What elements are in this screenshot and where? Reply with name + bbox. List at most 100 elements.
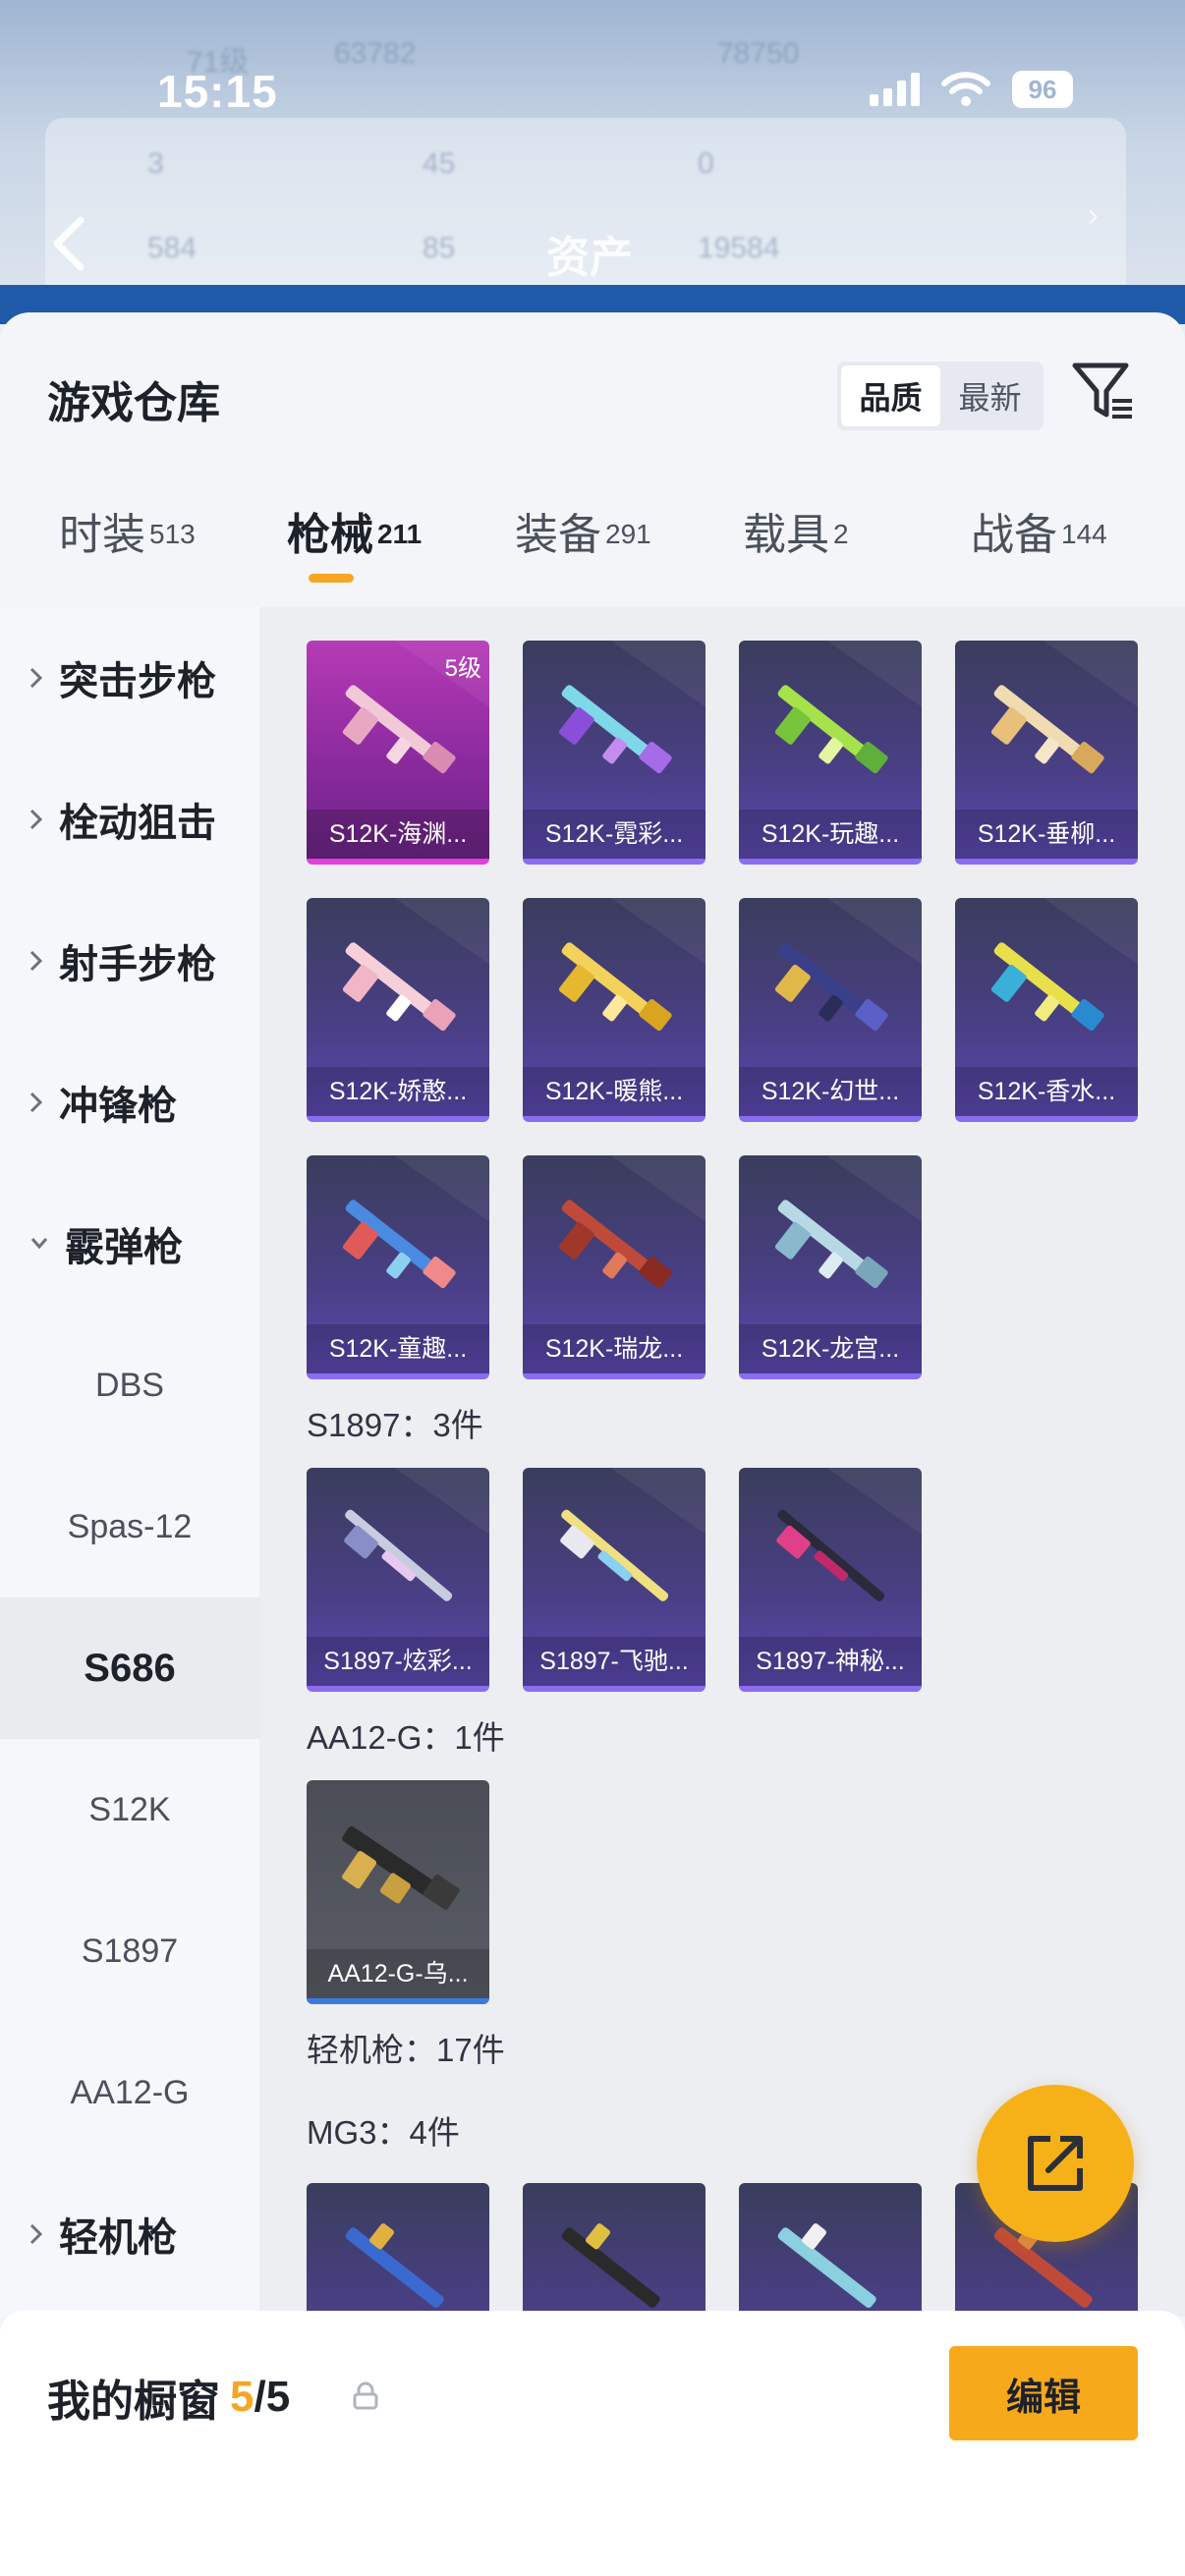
tab-active-indicator <box>309 574 354 583</box>
chevron-right-icon <box>29 809 43 830</box>
shotgun-icon <box>342 942 456 1032</box>
background-stat-e: 85 <box>423 232 456 264</box>
shotgun-icon <box>774 1200 888 1289</box>
weapon-name: S1897-神秘... <box>739 1637 922 1686</box>
weapon-card[interactable]: S12K-玩趣... <box>739 641 922 865</box>
weapon-name: S12K-玩趣... <box>739 810 922 859</box>
showcase-label: 我的橱窗 5 / 5 <box>47 2366 290 2429</box>
showcase-title: 我的橱窗 <box>47 2378 220 2426</box>
shotgun-icon <box>342 1825 460 1910</box>
section-header-mg3: MG3：4件 <box>307 2114 460 2151</box>
weapon-card[interactable]: S12K-龙宫... <box>739 1155 922 1379</box>
shotgun-icon <box>990 942 1104 1032</box>
weapon-name: S12K-垂柳... <box>955 810 1138 859</box>
weapon-card[interactable]: S12K-幻世... <box>739 898 922 1122</box>
filter-icon[interactable] <box>1071 360 1136 424</box>
tab-equipment[interactable]: 装备 291 <box>515 499 651 607</box>
tab-vehicles[interactable]: 载具 2 <box>743 499 849 607</box>
nav-s12k[interactable]: S12K <box>0 1739 259 1880</box>
shotgun-icon <box>990 685 1104 774</box>
weapon-grid: 5级 S12K-海渊... S12K-霓彩... S12K-玩趣... S12K… <box>259 607 1185 2317</box>
showcase-total-count: 5 <box>265 2373 291 2421</box>
tab-fashion[interactable]: 时装 513 <box>59 499 196 607</box>
lmg-icon <box>777 2223 876 2308</box>
weapon-card[interactable]: S12K-香水... <box>955 898 1138 1122</box>
nav-label: 冲锋枪 <box>59 1085 177 1128</box>
sort-quality-button[interactable]: 品质 <box>841 365 940 426</box>
section-header-s1897: S1897：3件 <box>307 1407 483 1443</box>
weapon-card[interactable]: S12K-暖熊... <box>523 898 705 1122</box>
sort-newest-button[interactable]: 最新 <box>940 365 1040 426</box>
shotgun-icon <box>558 942 672 1032</box>
weapon-card[interactable]: S1897-炫彩... <box>307 1468 489 1692</box>
tab-label: 装备 <box>515 511 601 559</box>
background-stat-f: 19584 <box>698 232 780 264</box>
weapon-name: S12K-瑞龙... <box>523 1324 705 1373</box>
weapon-card[interactable] <box>523 2183 705 2317</box>
background-stat-a: 3 <box>147 147 164 180</box>
nav-s686[interactable]: S686 <box>0 1597 259 1739</box>
app-screen: 71级 63782 78750 3 45 0 584 85 19584 资产 ›… <box>0 0 1185 2576</box>
weapon-card[interactable]: S12K-瑞龙... <box>523 1155 705 1379</box>
nav-label: Spas-12 <box>67 1507 193 1545</box>
share-button[interactable] <box>977 2085 1134 2242</box>
nav-shotgun[interactable]: 霰弹枪 <box>0 1173 259 1315</box>
tab-count: 211 <box>377 518 423 549</box>
nav-label: S12K <box>88 1790 171 1828</box>
shotgun-icon <box>774 685 888 774</box>
nav-label: 射手步枪 <box>59 943 216 986</box>
back-chevron-icon[interactable] <box>49 214 88 273</box>
shotgun-icon <box>558 1200 672 1289</box>
chevron-right-icon: › <box>1087 196 1099 234</box>
weapon-card[interactable]: S12K-童趣... <box>307 1155 489 1379</box>
lmg-icon <box>345 2223 444 2308</box>
weapon-card[interactable]: S12K-霓彩... <box>523 641 705 865</box>
nav-label: 轻机枪 <box>59 2216 177 2260</box>
chevron-right-icon <box>29 1092 43 1113</box>
background-stat-c: 0 <box>698 147 714 180</box>
section-header-aa12g: AA12-G：1件 <box>307 1719 505 1756</box>
nav-smg[interactable]: 冲锋枪 <box>0 1032 259 1173</box>
edit-button[interactable]: 编辑 <box>949 2346 1138 2440</box>
nav-label: AA12-G <box>70 2073 190 2111</box>
shotgun-icon <box>774 942 888 1032</box>
background-header: 71级 63782 78750 3 45 0 584 85 19584 资产 ›… <box>0 0 1185 324</box>
sort-toggle: 品质 最新 <box>837 362 1044 430</box>
nav-lmg[interactable]: 轻机枪 <box>0 2163 259 2305</box>
nav-assault-rifle[interactable]: 突击步枪 <box>0 607 259 749</box>
weapon-name: S1897-飞驰... <box>523 1637 705 1686</box>
nav-spas12[interactable]: Spas-12 <box>0 1456 259 1597</box>
chevron-down-icon <box>30 1238 48 1250</box>
tab-label: 时装 <box>59 511 145 559</box>
weapon-card[interactable] <box>307 2183 489 2317</box>
weapon-name: S12K-娇憨... <box>307 1067 489 1116</box>
battery-indicator: 96 <box>1012 71 1073 108</box>
weapon-card[interactable]: S12K-垂柳... <box>955 641 1138 865</box>
nav-s1897[interactable]: S1897 <box>0 1880 259 2022</box>
nav-dbs[interactable]: DBS <box>0 1315 259 1456</box>
nav-marksman-rifle[interactable]: 射手步枪 <box>0 890 259 1032</box>
weapon-card[interactable]: 5级 S12K-海渊... <box>307 641 489 865</box>
nav-label: S1897 <box>81 1932 179 1970</box>
weapon-card[interactable]: S1897-飞驰... <box>523 1468 705 1692</box>
weapon-name: S12K-龙宫... <box>739 1324 922 1373</box>
chevron-right-icon <box>29 950 43 972</box>
weapon-name: S12K-童趣... <box>307 1324 489 1373</box>
weapon-category-nav: 突击步枪 栓动狙击 射手步枪 冲锋枪 霰弹枪 DBS Spas-12 S686 … <box>0 607 259 2317</box>
level-badge: 5级 <box>444 655 481 682</box>
weapon-card[interactable]: S12K-娇憨... <box>307 898 489 1122</box>
lmg-icon <box>561 2223 660 2308</box>
weapon-card[interactable]: AA12-G-乌... <box>307 1780 489 2004</box>
weapon-name: S12K-幻世... <box>739 1067 922 1116</box>
share-external-icon <box>1028 2136 1083 2191</box>
nav-bolt-sniper[interactable]: 栓动狙击 <box>0 749 259 890</box>
weapon-name: S1897-炫彩... <box>307 1637 489 1686</box>
background-coins: 63782 <box>334 37 417 70</box>
nav-label: DBS <box>95 1366 164 1404</box>
weapon-card[interactable] <box>739 2183 922 2317</box>
tab-count: 513 <box>149 518 196 549</box>
tab-supplies[interactable]: 战备 144 <box>971 499 1107 607</box>
nav-aa12g[interactable]: AA12-G <box>0 2022 259 2163</box>
weapon-card[interactable]: S1897-神秘... <box>739 1468 922 1692</box>
tab-guns[interactable]: 枪械 211 <box>287 499 422 607</box>
